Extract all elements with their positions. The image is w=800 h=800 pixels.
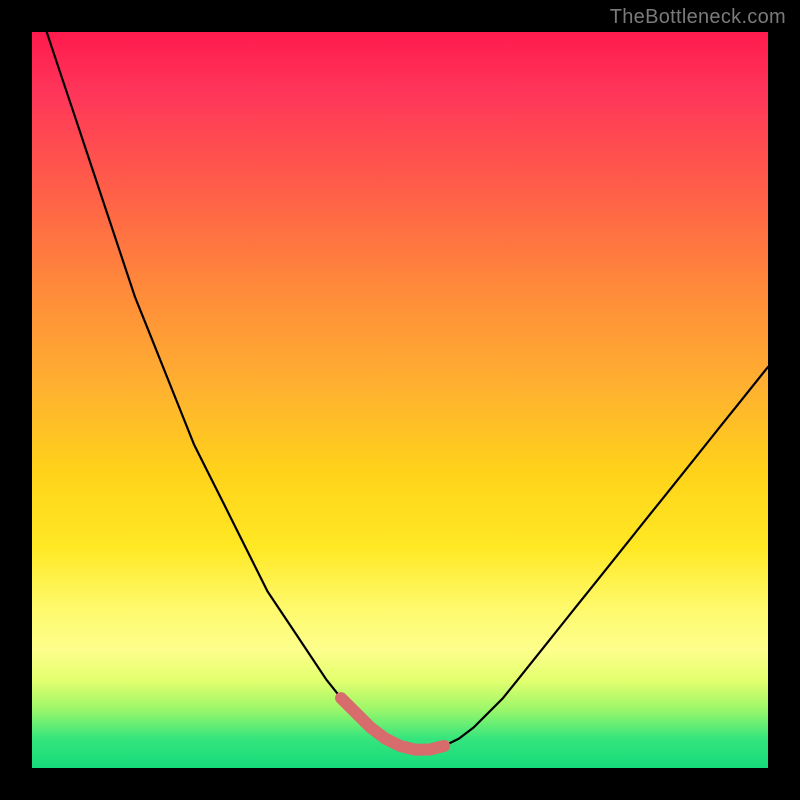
chart-svg xyxy=(32,32,768,768)
chart-plot-area xyxy=(32,32,768,768)
chart-frame: TheBottleneck.com xyxy=(0,0,800,800)
bottleneck-curve xyxy=(47,32,768,750)
watermark-text: TheBottleneck.com xyxy=(610,6,786,29)
highlight-segment xyxy=(341,698,444,750)
